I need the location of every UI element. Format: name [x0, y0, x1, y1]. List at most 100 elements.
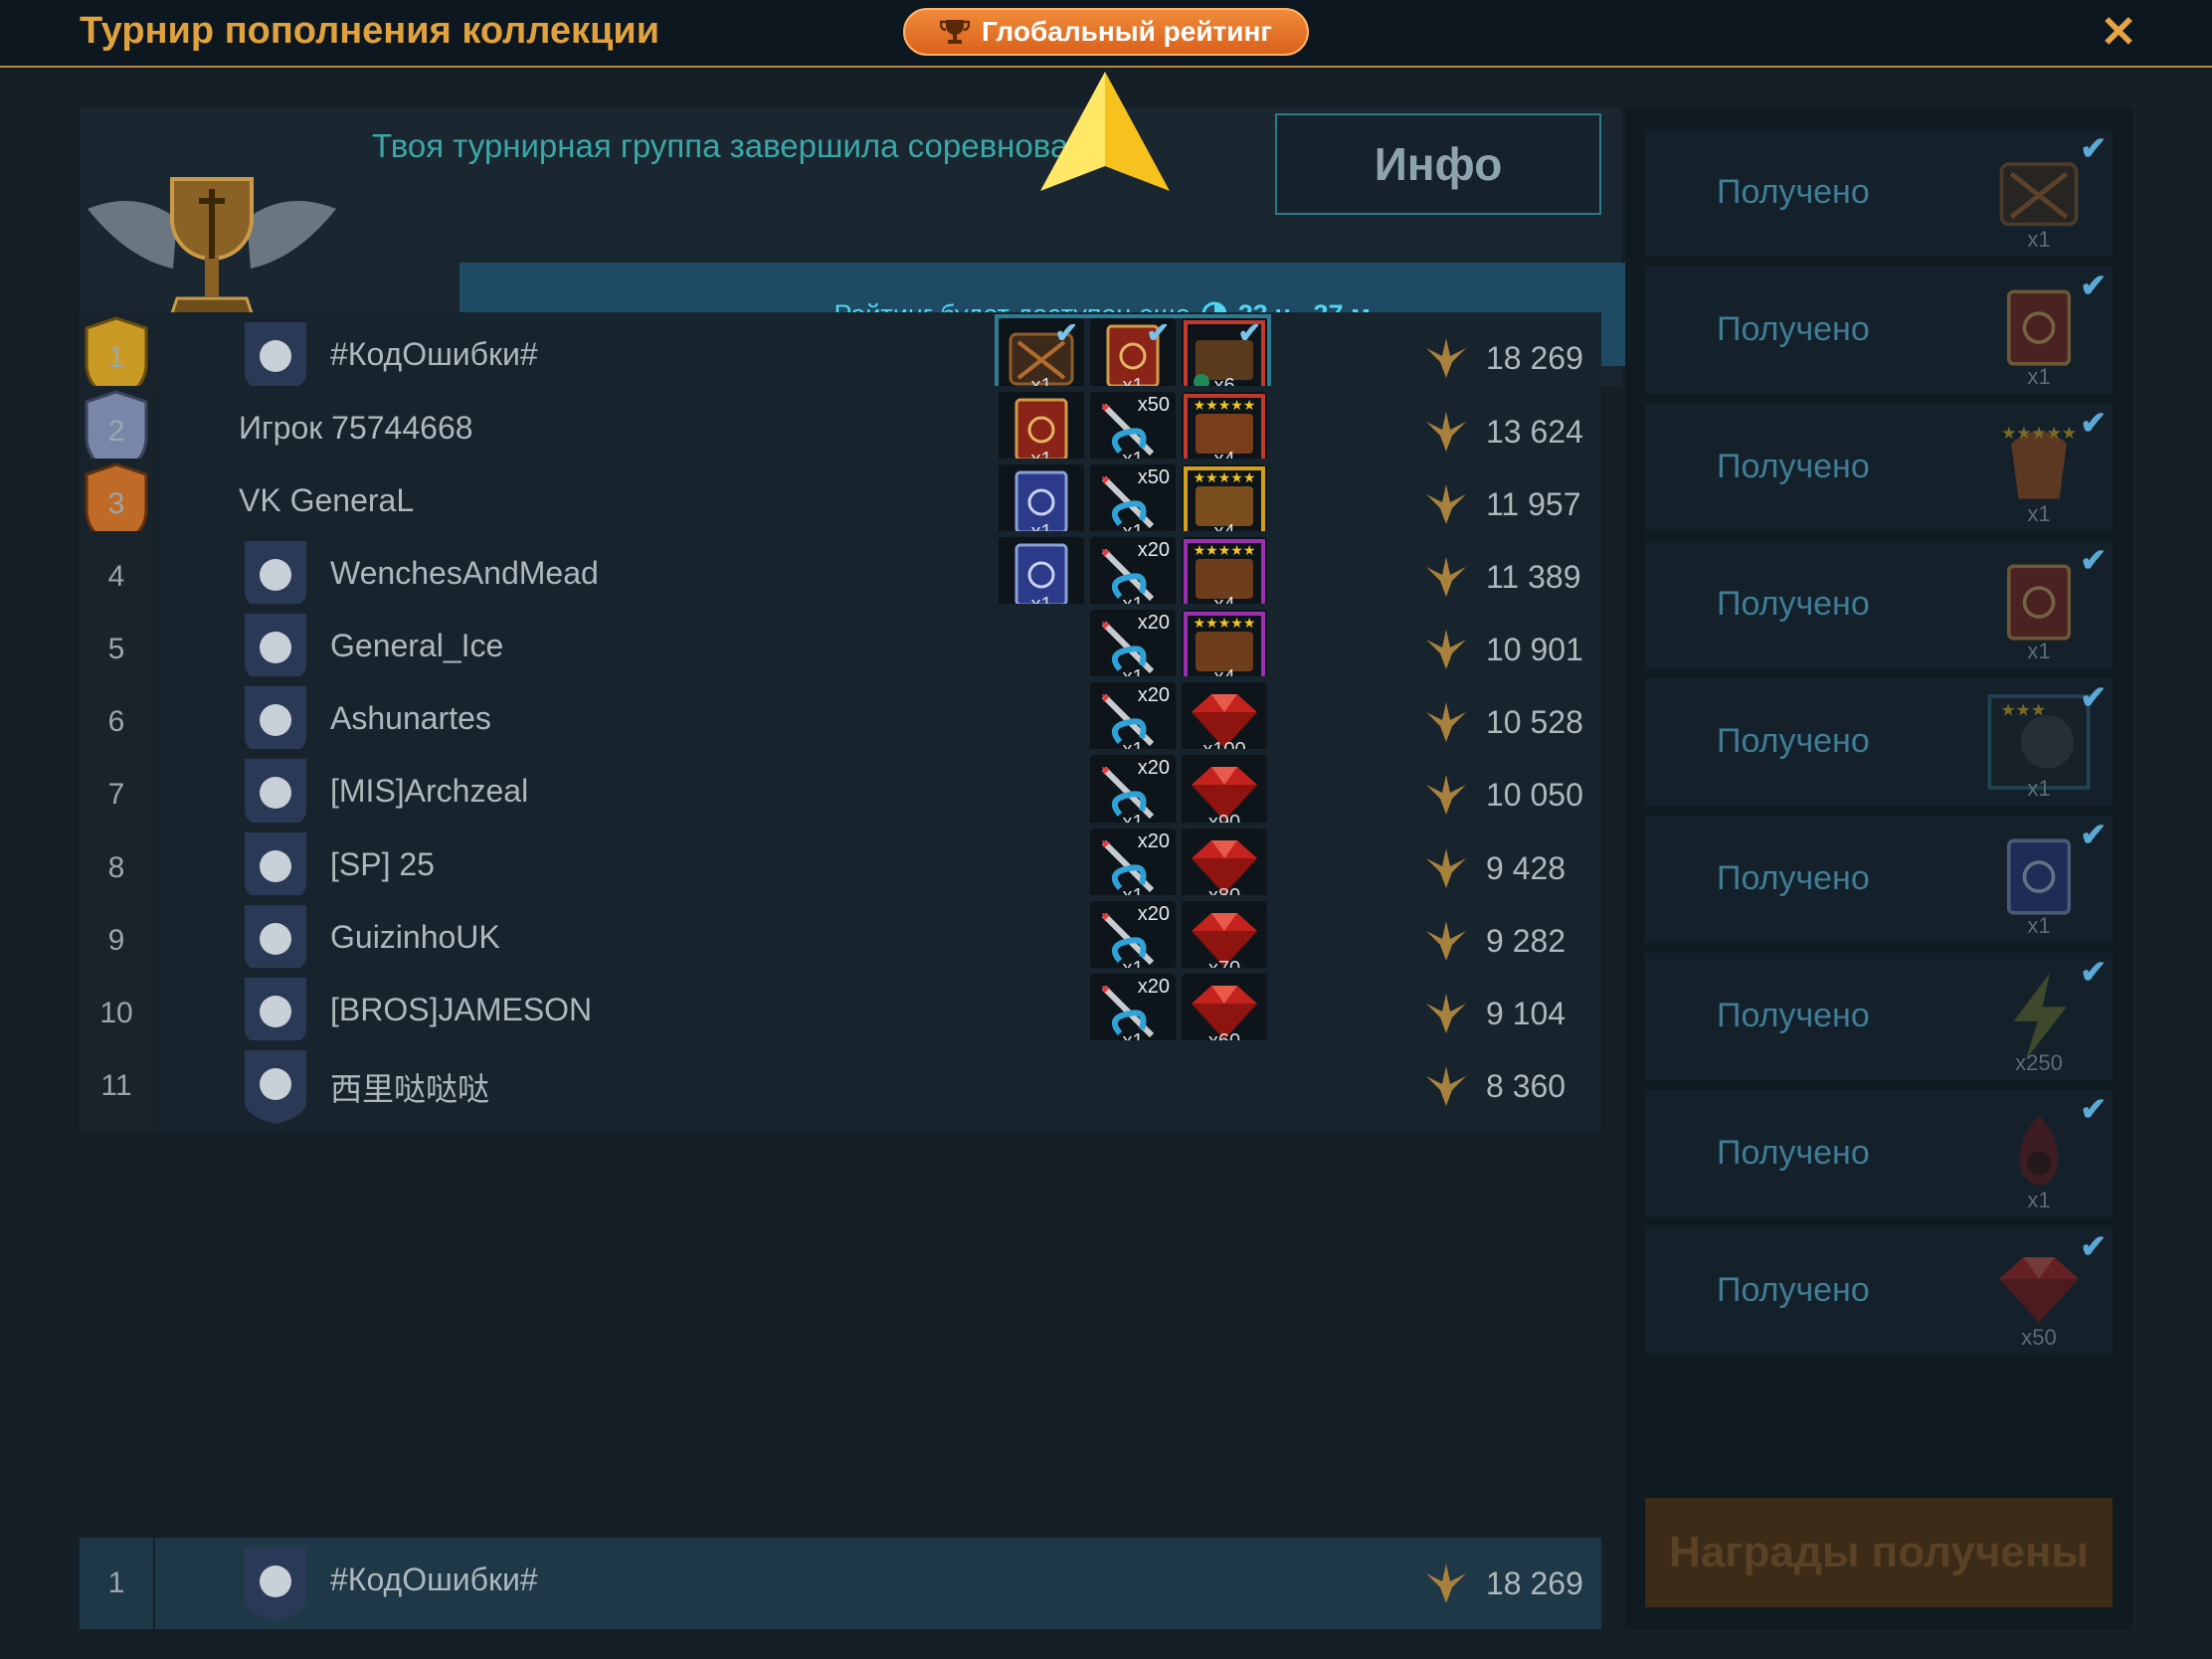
- reward-item: Получено ★★★ x1 ✔: [1645, 678, 2113, 806]
- reward-stack-count: x20: [1137, 539, 1170, 561]
- check-icon: ✔: [1237, 317, 1261, 348]
- check-icon: ✔: [1054, 317, 1078, 348]
- svg-text:★★★★★: ★★★★★: [2001, 424, 2077, 443]
- reward-status-label: Получено: [1717, 1134, 1870, 1172]
- reward-stack-count: x20: [1137, 757, 1170, 779]
- player-name: #КодОшибки#: [330, 1562, 538, 1597]
- player-avatar: [245, 1548, 306, 1621]
- check-icon: ✔: [2080, 1091, 2107, 1127]
- reward-stack-count: x50: [1137, 466, 1170, 488]
- rewards-claimed-button[interactable]: Награды получены: [1645, 1498, 2113, 1607]
- tournament-points-icon: [1426, 775, 1466, 815]
- tournament-points-icon: [1426, 848, 1466, 888]
- score-value: 9 104: [1486, 995, 1567, 1031]
- svg-text:★★★★★: ★★★★★: [1194, 397, 1256, 413]
- leaderboard-row[interactable]: 11 西里哒哒哒 8 360: [80, 1040, 1601, 1132]
- check-icon: ✔: [2080, 954, 2107, 990]
- reward-status-label: Получено: [1717, 859, 1870, 897]
- score-value: 9 428: [1486, 849, 1567, 886]
- player-name: General_Ice: [330, 628, 504, 663]
- reward-stack-count: x20: [1137, 903, 1170, 925]
- reward-stack-count: x20: [1137, 976, 1170, 998]
- score-value: 9 282: [1486, 922, 1567, 959]
- rank-number: 11: [100, 1069, 132, 1102]
- check-icon: ✔: [2080, 542, 2107, 578]
- tournament-points-icon: [1426, 630, 1466, 669]
- reward-item: Получено x50 ✔: [1645, 1227, 2113, 1355]
- tournament-points-icon: [1426, 557, 1466, 597]
- reward-quantity: x1: [2027, 501, 2051, 526]
- reward-status-label: Получено: [1717, 173, 1870, 211]
- check-icon: ✔: [1146, 317, 1170, 348]
- reward-quantity: x250: [2015, 1050, 2063, 1075]
- reward-quantity: x1: [2027, 364, 2051, 389]
- reward-item: Получено x1 ✔: [1645, 129, 2113, 257]
- score-value: 10 528: [1486, 703, 1583, 740]
- tournament-points-icon: [1426, 994, 1466, 1033]
- reward-status-label: Получено: [1717, 310, 1870, 348]
- score-value: 10 050: [1486, 776, 1583, 813]
- reward-status-label: Получено: [1717, 722, 1870, 760]
- check-icon: ✔: [2080, 130, 2107, 166]
- player-name: [SP] 25: [330, 846, 435, 882]
- check-icon: ✔: [2080, 405, 2107, 441]
- page-title: Турнир пополнения коллекции: [80, 10, 660, 52]
- score-value: 18 269: [1486, 339, 1583, 376]
- check-icon: ✔: [2080, 817, 2107, 852]
- score-value: 18 269: [1486, 1565, 1583, 1601]
- player-name: 西里哒哒哒: [330, 1071, 490, 1107]
- player-name: Ashunartes: [330, 700, 491, 736]
- player-name: GuizinhoUK: [330, 919, 500, 955]
- score-value: 11 957: [1486, 485, 1581, 522]
- reward-stack-count: x50: [1137, 394, 1170, 416]
- player-avatar: [245, 1050, 306, 1124]
- reward-item: Получено x1 ✔: [1645, 816, 2113, 943]
- reward-status-label: Получено: [1717, 997, 1870, 1034]
- global-rating-button[interactable]: Глобальный рейтинг: [903, 8, 1309, 56]
- player-name: [MIS]Archzeal: [330, 773, 529, 809]
- check-icon: ✔: [2080, 1228, 2107, 1264]
- reward-status-label: Получено: [1717, 585, 1870, 623]
- svg-text:★★★: ★★★: [2001, 700, 2047, 719]
- reward-stack-count: x20: [1137, 612, 1170, 634]
- close-icon[interactable]: ✕: [2097, 8, 2140, 58]
- tournament-points-icon: [1426, 702, 1466, 742]
- reward-stack-count: x20: [1137, 684, 1170, 706]
- global-rating-label: Глобальный рейтинг: [981, 16, 1273, 47]
- player-name: Игрок 75744668: [239, 410, 473, 446]
- reward-status-label: Получено: [1717, 448, 1870, 485]
- rank-number: 1: [107, 1567, 125, 1599]
- reward-quantity: x1: [2027, 776, 2051, 801]
- reward-quantity: x1: [2027, 639, 2051, 663]
- player-name: #КодОшибки#: [330, 336, 538, 372]
- rank-cell: 1: [80, 1538, 153, 1629]
- reward-item: Получено x1 ✔: [1645, 541, 2113, 668]
- my-position-row[interactable]: 1 #КодОшибки# 18 269: [80, 1538, 1601, 1629]
- score-value: 8 360: [1486, 1067, 1567, 1104]
- reward-quantity: x50: [2021, 1325, 2057, 1350]
- tournament-points-icon: [1426, 484, 1466, 524]
- reward-item: Получено x1 ✔: [1645, 1090, 2113, 1217]
- tournament-points-icon: [1426, 412, 1466, 452]
- tournament-points-icon: [1426, 1564, 1466, 1603]
- svg-text:★★★★★: ★★★★★: [1194, 542, 1256, 558]
- reward-status-label: Получено: [1717, 1271, 1870, 1309]
- svg-text:★★★★★: ★★★★★: [1194, 469, 1256, 485]
- info-button[interactable]: Инфо: [1275, 113, 1601, 215]
- player-name: WenchesAndMead: [330, 555, 599, 591]
- score-value: 11 389: [1486, 558, 1581, 595]
- reward-item: Получено x250 ✔: [1645, 953, 2113, 1080]
- player-cell: 西里哒哒哒 8 360: [155, 1040, 1601, 1132]
- trophy-icon: [939, 20, 970, 44]
- score-value: 13 624: [1486, 413, 1583, 450]
- reward-quantity: x1: [2027, 227, 2051, 252]
- player-name: VK GeneraL: [239, 482, 415, 518]
- rank-cell: 11: [80, 1040, 153, 1132]
- reward-item: Получено ★★★★★ x1 ✔: [1645, 404, 2113, 531]
- reward-stack-count: x20: [1137, 830, 1170, 852]
- reward-quantity: x1: [2027, 913, 2051, 938]
- check-icon: ✔: [2080, 268, 2107, 303]
- score-value: 10 901: [1486, 631, 1583, 667]
- tournament-points-icon: [1426, 338, 1466, 378]
- tournament-points-icon: [1426, 1066, 1466, 1106]
